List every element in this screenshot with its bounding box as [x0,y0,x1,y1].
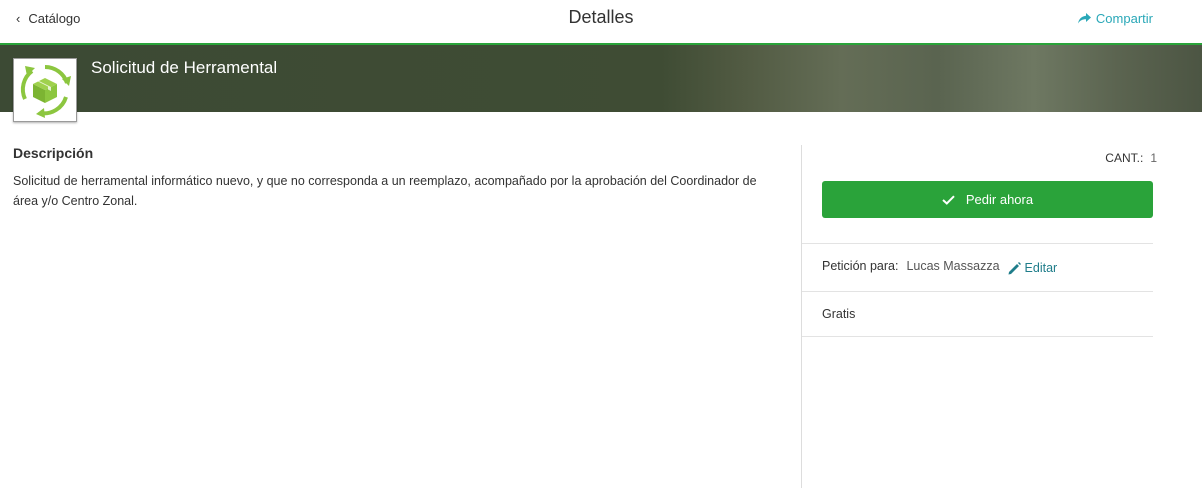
item-banner [0,45,1202,112]
order-now-button[interactable]: Pedir ahora [822,181,1153,218]
share-link-label: Compartir [1095,11,1153,26]
divider [802,243,1153,244]
quantity-value: 1 [1150,151,1157,165]
recycle-box-icon [20,64,71,118]
description-text: Solicitud de herramental informático nue… [13,174,757,208]
price-text: Gratis [822,307,856,321]
item-title: Solicitud de Herramental [91,58,278,77]
page-title: Detalles [568,7,634,27]
description-heading: Descripción [13,145,94,161]
order-now-label: Pedir ahora [965,192,1034,207]
share-link[interactable]: Compartir [1077,11,1153,26]
edit-link[interactable]: Editar [1008,261,1058,275]
share-arrow-icon [1077,13,1091,24]
pencil-icon [1008,261,1021,274]
column-divider [801,145,802,488]
divider [802,291,1153,292]
request-for-label: Petición para: [822,259,899,273]
quantity-label: CANT.: [1105,151,1144,165]
quantity-display: CANT.: 1 [1105,151,1157,165]
request-for-name: Lucas Massazza [906,259,1000,273]
item-icon-frame [13,58,77,122]
top-bar: ‹ Catálogo Detalles Compartir [0,0,1202,45]
divider [802,336,1153,337]
edit-link-label: Editar [1024,261,1058,275]
request-for-row: Petición para: Lucas Massazza Editar [822,259,1058,275]
check-icon [942,194,955,205]
